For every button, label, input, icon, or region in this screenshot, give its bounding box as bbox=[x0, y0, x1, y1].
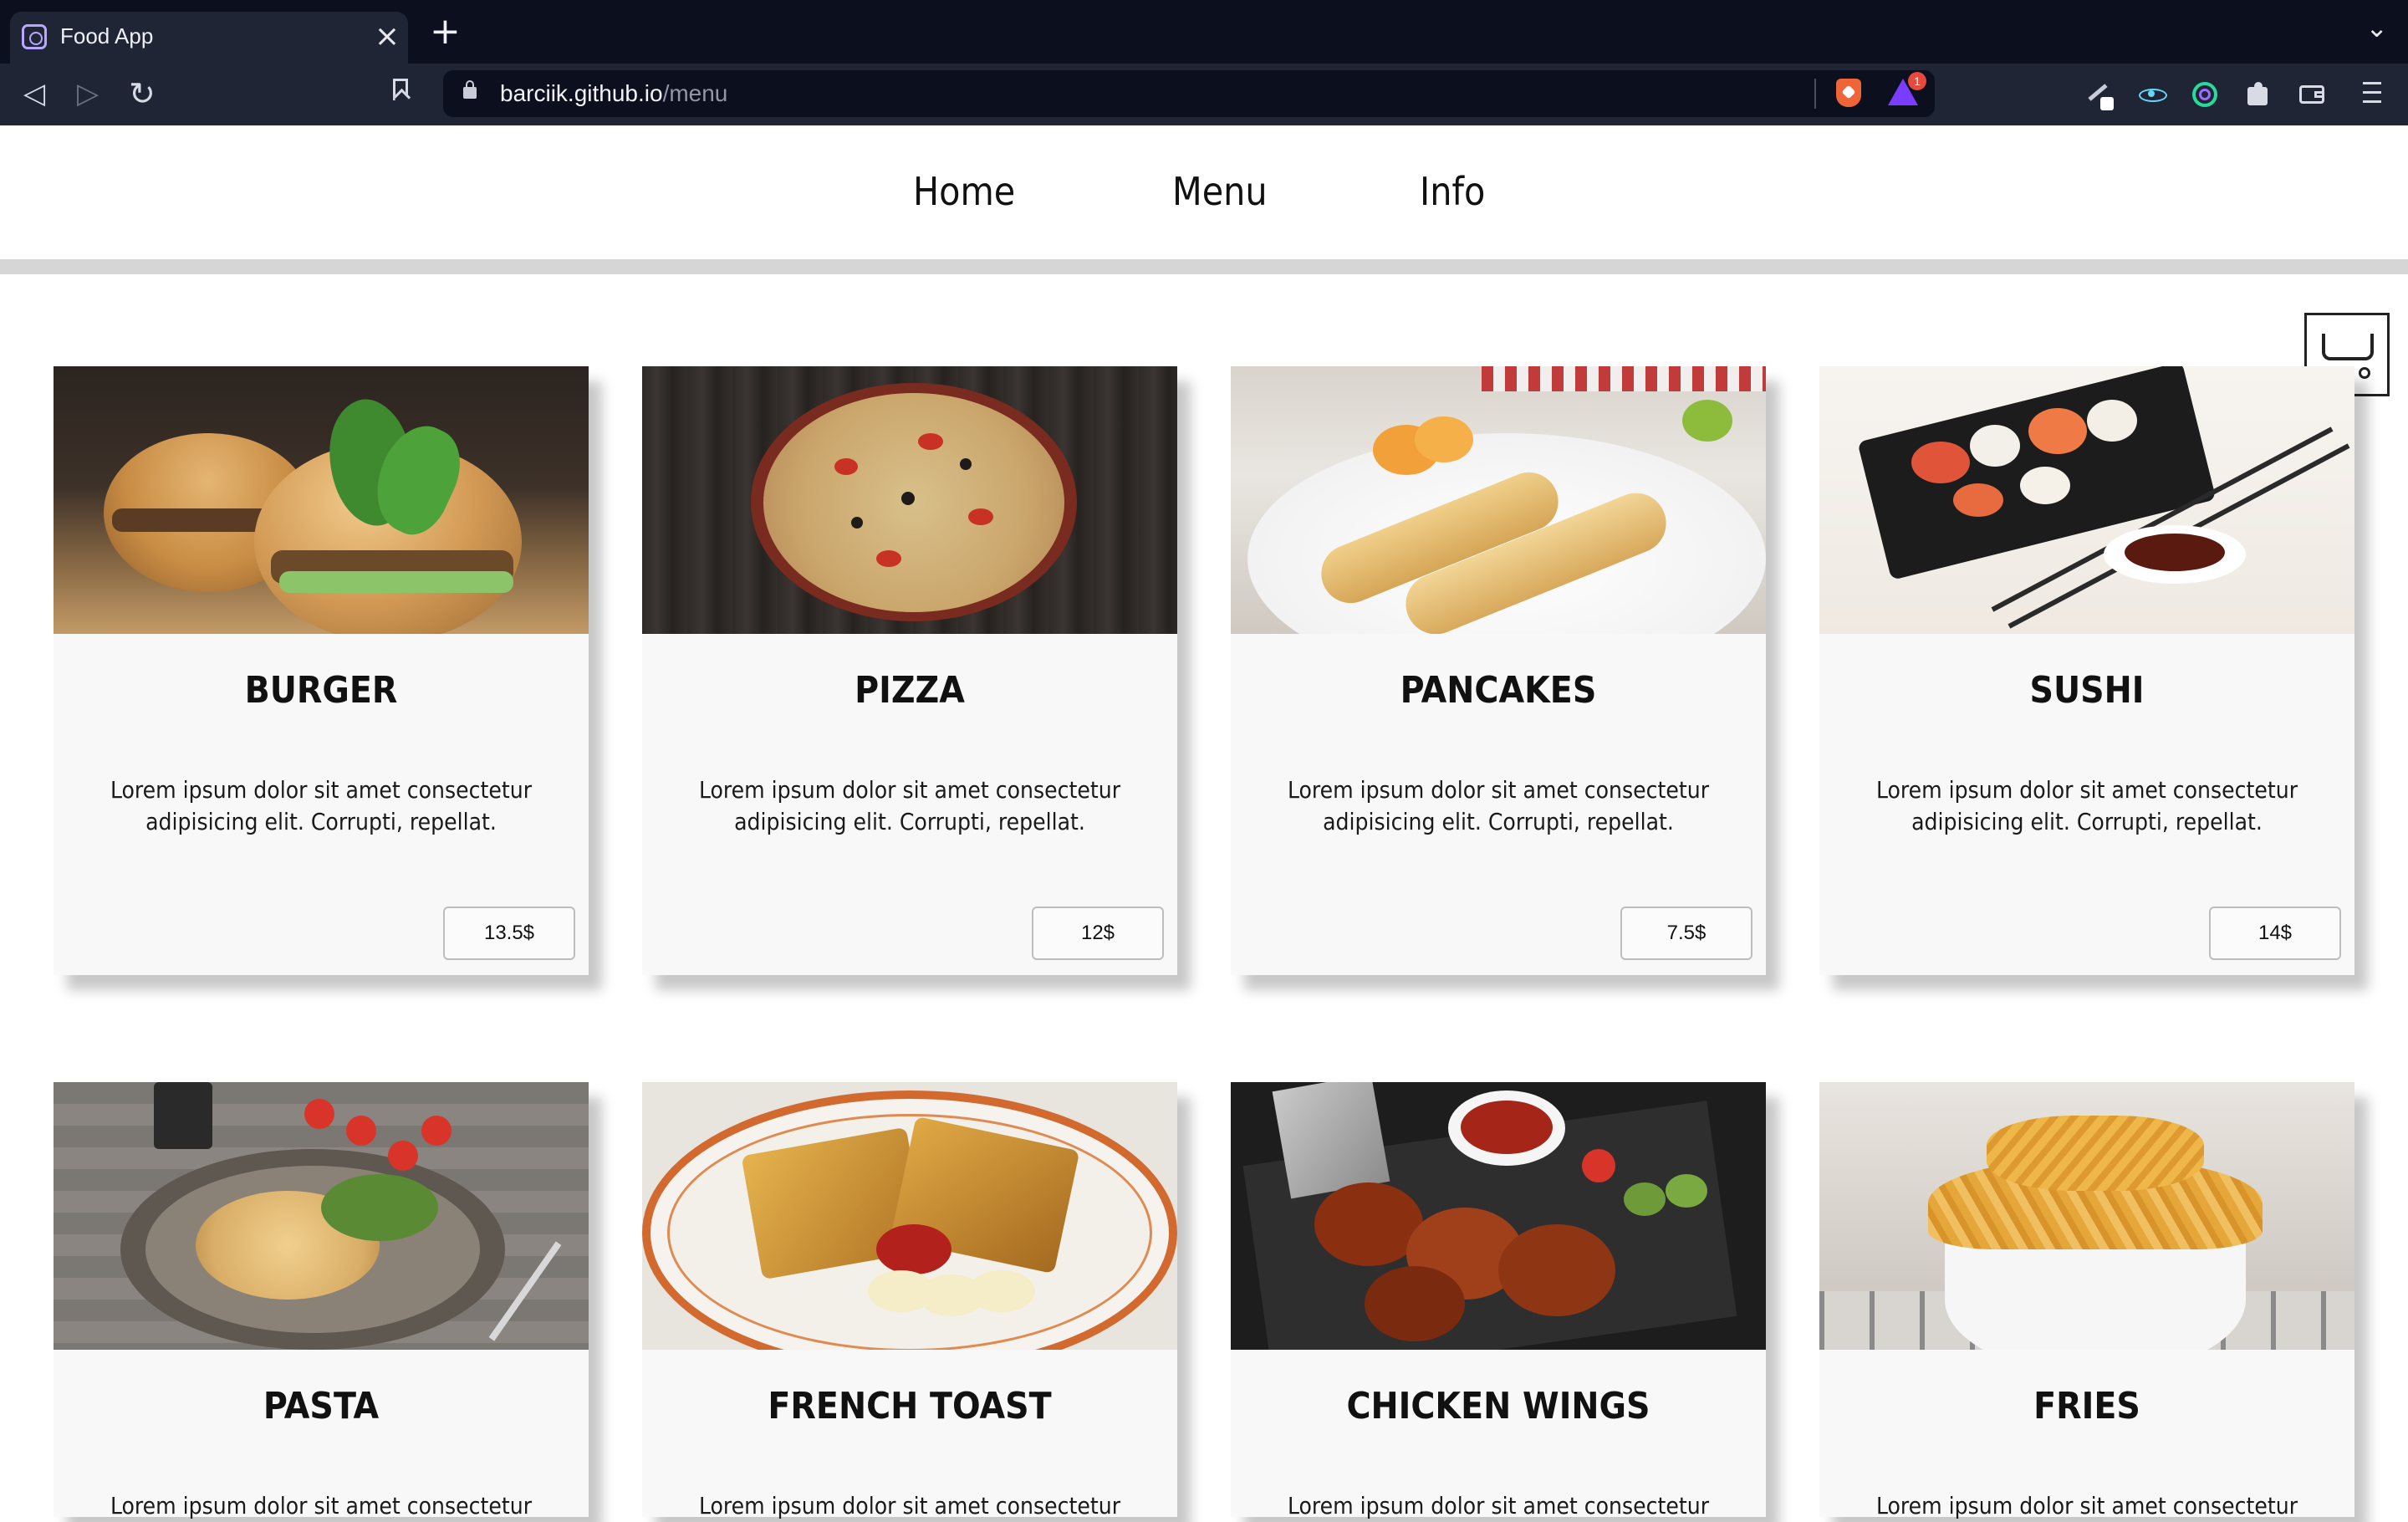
menu-card-chicken-wings: CHICKEN WINGS Lorem ipsum dolor sit amet… bbox=[1231, 1082, 1766, 1519]
card-title: PANCAKES bbox=[1400, 669, 1597, 712]
card-title: PIZZA bbox=[855, 669, 965, 712]
burger-image bbox=[54, 366, 589, 634]
address-bar[interactable]: barciik.github.io/menu 1 bbox=[443, 70, 1935, 117]
pancakes-image bbox=[1231, 366, 1766, 634]
fries-image bbox=[1819, 1082, 2354, 1350]
bookmark-icon[interactable] bbox=[393, 79, 411, 104]
menu-card-pasta: PASTA Lorem ipsum dolor sit amet consect… bbox=[54, 1082, 589, 1519]
browser-toolbar: ◁ ▷ ↻ barciik.github.io/menu 1 bbox=[0, 64, 2408, 125]
price-button[interactable]: 12$ bbox=[1032, 907, 1164, 960]
menu-card-fries: FRIES Lorem ipsum dolor sit amet consect… bbox=[1819, 1082, 2354, 1519]
app-favicon-icon bbox=[22, 24, 47, 49]
site-header: Home Menu Info bbox=[0, 125, 2408, 274]
url-host: barciik.github.io bbox=[500, 80, 663, 106]
card-description: Lorem ipsum dolor sit amet consectetur bbox=[698, 1492, 1121, 1519]
sushi-image bbox=[1819, 366, 2354, 634]
card-title: SUSHI bbox=[2029, 669, 2145, 712]
nav-link-info[interactable]: Info bbox=[1420, 169, 1485, 214]
new-tab-icon[interactable]: + bbox=[430, 13, 461, 50]
cart-icon bbox=[2322, 334, 2374, 360]
card-description: Lorem ipsum dolor sit amet consectetur a… bbox=[1875, 776, 2298, 835]
lock-icon bbox=[463, 80, 477, 99]
card-description: Lorem ipsum dolor sit amet consectetur a… bbox=[1287, 776, 1710, 835]
close-tab-icon[interactable]: × bbox=[375, 18, 400, 55]
pen-extension-icon[interactable] bbox=[2082, 80, 2114, 110]
wallet-icon[interactable] bbox=[2299, 80, 2328, 109]
nav-link-home[interactable]: Home bbox=[913, 169, 1015, 214]
menu-card-pizza: PIZZA Lorem ipsum dolor sit amet consect… bbox=[642, 366, 1177, 975]
card-description: Lorem ipsum dolor sit amet consectetur bbox=[110, 1492, 533, 1519]
card-title: PASTA bbox=[263, 1385, 380, 1428]
pasta-image bbox=[54, 1082, 589, 1350]
french-toast-image bbox=[642, 1082, 1177, 1350]
pizza-image bbox=[642, 366, 1177, 634]
brave-shields-icon[interactable] bbox=[1836, 79, 1861, 107]
card-description: Lorem ipsum dolor sit amet consectetur a… bbox=[110, 776, 533, 835]
react-devtools-icon[interactable] bbox=[2137, 80, 2167, 109]
tab-title: Food App bbox=[60, 23, 154, 49]
chicken-wings-image bbox=[1231, 1082, 1766, 1350]
card-title: FRIES bbox=[2033, 1385, 2140, 1428]
browser-tab-strip: Food App × + ⌄ bbox=[0, 0, 2408, 64]
cart-wheel-icon bbox=[2359, 367, 2370, 379]
url-text: barciik.github.io/menu bbox=[500, 80, 727, 107]
back-icon[interactable]: ◁ bbox=[23, 75, 45, 112]
reload-icon[interactable]: ↻ bbox=[129, 75, 156, 112]
browser-tab[interactable]: Food App × bbox=[10, 12, 408, 64]
forward-icon[interactable]: ▷ bbox=[77, 75, 99, 112]
ring-extension-icon[interactable] bbox=[2191, 80, 2219, 109]
menu-card-sushi: SUSHI Lorem ipsum dolor sit amet consect… bbox=[1819, 366, 2354, 975]
card-title: CHICKEN WINGS bbox=[1346, 1385, 1650, 1428]
price-button[interactable]: 13.5$ bbox=[443, 907, 575, 960]
price-button[interactable]: 14$ bbox=[2209, 907, 2341, 960]
menu-card-french-toast: FRENCH TOAST Lorem ipsum dolor sit amet … bbox=[642, 1082, 1177, 1519]
chevron-down-icon[interactable]: ⌄ bbox=[2365, 12, 2388, 43]
rewards-badge: 1 bbox=[1908, 72, 1926, 90]
card-title: BURGER bbox=[244, 669, 398, 712]
card-description: Lorem ipsum dolor sit amet consectetur a… bbox=[698, 776, 1121, 835]
card-description: Lorem ipsum dolor sit amet consectetur bbox=[1875, 1492, 2298, 1519]
url-divider bbox=[1814, 79, 1816, 109]
menu-card-burger: BURGER Lorem ipsum dolor sit amet consec… bbox=[54, 366, 589, 975]
nav-link-menu[interactable]: Menu bbox=[1172, 169, 1268, 214]
card-description: Lorem ipsum dolor sit amet consectetur bbox=[1287, 1492, 1710, 1519]
menu-card-pancakes: PANCAKES Lorem ipsum dolor sit amet cons… bbox=[1231, 366, 1766, 975]
price-button[interactable]: 7.5$ bbox=[1620, 907, 1752, 960]
extensions-puzzle-icon[interactable] bbox=[2244, 80, 2273, 109]
url-path: /menu bbox=[662, 80, 728, 106]
hamburger-menu-icon[interactable] bbox=[2363, 82, 2381, 104]
card-title: FRENCH TOAST bbox=[768, 1385, 1052, 1428]
